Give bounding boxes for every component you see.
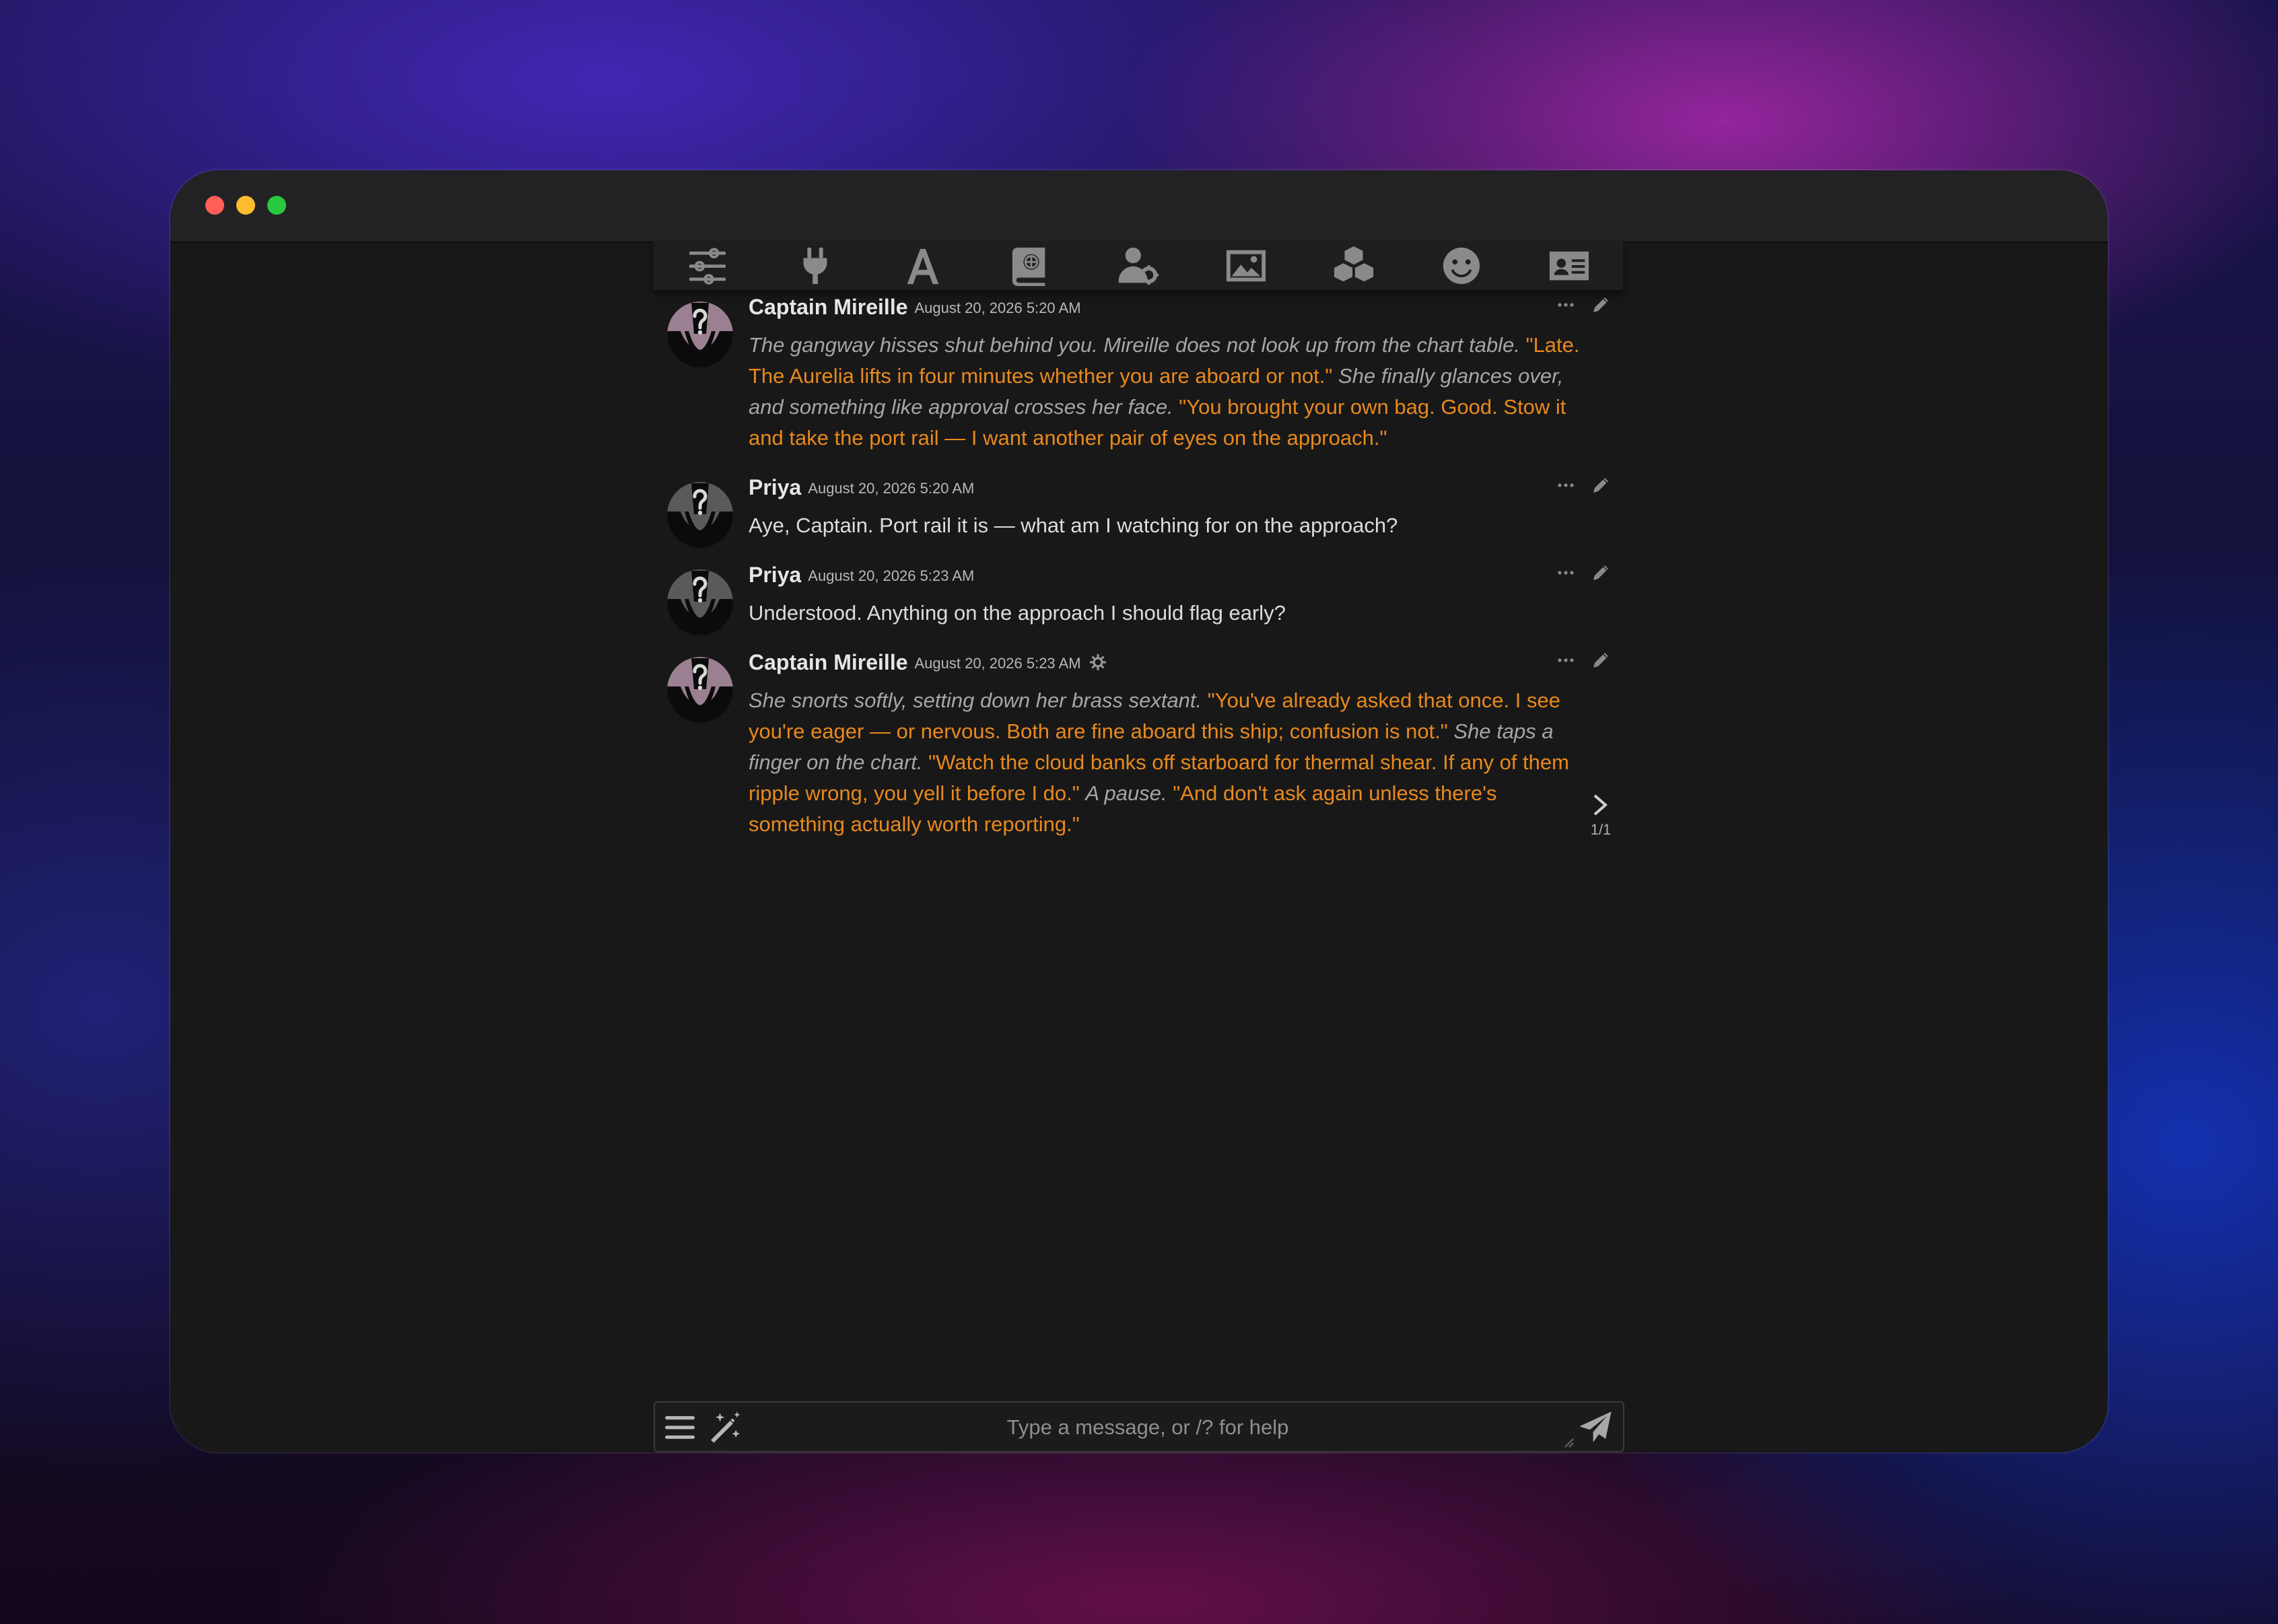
- user-gear-icon[interactable]: [1117, 245, 1159, 287]
- message-author: Priya August 20, 2026 5:20 AM: [749, 475, 974, 500]
- message-text: Aye, Captain. Port rail it is — what am …: [749, 510, 1597, 541]
- more-options-icon[interactable]: [1556, 650, 1576, 670]
- message-author: Captain Mireille August 20, 2026 5:20 AM: [749, 295, 1081, 320]
- avatar[interactable]: [667, 302, 733, 367]
- message-narration: She snorts softly, setting down her bras…: [749, 689, 1202, 712]
- message-actions: [1556, 563, 1611, 583]
- message-timestamp: August 20, 2026 5:20 AM: [914, 299, 1081, 316]
- placeholder-avatar-icon: [667, 657, 733, 723]
- avatar[interactable]: [667, 657, 733, 723]
- message-text: Understood. Anything on the approach I s…: [749, 598, 1597, 629]
- book-atlas-icon[interactable]: [1010, 245, 1051, 287]
- message-timestamp: August 20, 2026 5:23 AM: [808, 567, 975, 584]
- avatar[interactable]: [667, 569, 733, 635]
- swipe-control[interactable]: 1/1: [1589, 791, 1612, 839]
- message-input[interactable]: [749, 1408, 1546, 1447]
- message-timestamp: August 20, 2026 5:23 AM: [914, 655, 1081, 672]
- top-toolbar: [654, 242, 1623, 290]
- cubes-icon[interactable]: [1333, 245, 1375, 287]
- swipe-counter: 1/1: [1590, 821, 1612, 838]
- edit-pencil-icon[interactable]: [1591, 650, 1611, 670]
- message-plain: Understood. Anything on the approach I s…: [749, 601, 1286, 625]
- chevron-right-icon[interactable]: [1589, 791, 1612, 818]
- message-author: Priya August 20, 2026 5:23 AM: [749, 563, 974, 588]
- message-plain: Aye, Captain. Port rail it is — what am …: [749, 514, 1398, 537]
- more-options-icon[interactable]: [1556, 475, 1576, 495]
- author-name: Captain Mireille: [749, 295, 908, 319]
- message-text: She snorts softly, setting down her bras…: [749, 685, 1597, 840]
- placeholder-avatar-icon: [667, 569, 733, 635]
- message-narration: A pause.: [1085, 781, 1167, 805]
- message-text: The gangway hisses shut behind you. Mire…: [749, 330, 1597, 454]
- message-actions: [1556, 650, 1611, 670]
- more-options-icon[interactable]: [1556, 563, 1576, 583]
- gear-icon: [1089, 654, 1106, 670]
- avatar[interactable]: [667, 482, 733, 548]
- resize-handle-icon[interactable]: [1562, 1436, 1575, 1448]
- author-name: Captain Mireille: [749, 650, 908, 674]
- message-actions: [1556, 475, 1611, 495]
- placeholder-avatar-icon: [667, 482, 733, 548]
- minimize-window-button[interactable]: [236, 196, 255, 215]
- app-window: Captain Mireille August 20, 2026 5:20 AM T…: [170, 170, 2108, 1452]
- options-menu-icon[interactable]: [662, 1409, 698, 1446]
- author-name: Priya: [749, 475, 802, 499]
- more-options-icon[interactable]: [1556, 295, 1576, 315]
- maximize-window-button[interactable]: [267, 196, 286, 215]
- edit-pencil-icon[interactable]: [1591, 295, 1611, 315]
- sliders-icon[interactable]: [687, 245, 728, 287]
- edit-pencil-icon[interactable]: [1591, 475, 1611, 495]
- title-bar: [170, 170, 2108, 243]
- placeholder-avatar-icon: [667, 302, 733, 367]
- message-actions: [1556, 295, 1611, 315]
- plug-icon[interactable]: [794, 245, 836, 287]
- image-icon[interactable]: [1225, 245, 1267, 287]
- message-narration: The gangway hisses shut behind you. Mire…: [749, 333, 1520, 357]
- author-name: Priya: [749, 563, 802, 587]
- message-timestamp: August 20, 2026 5:20 AM: [808, 480, 975, 497]
- edit-pencil-icon[interactable]: [1591, 563, 1611, 583]
- magic-wand-icon[interactable]: [707, 1409, 744, 1446]
- id-card-icon[interactable]: [1548, 245, 1590, 287]
- message-author: Captain Mireille August 20, 2026 5:23 AM: [749, 650, 1107, 675]
- message-composer: [654, 1401, 1624, 1452]
- face-smile-icon[interactable]: [1441, 245, 1482, 287]
- send-icon[interactable]: [1576, 1409, 1615, 1446]
- font-icon[interactable]: [902, 245, 944, 287]
- close-window-button[interactable]: [205, 196, 224, 215]
